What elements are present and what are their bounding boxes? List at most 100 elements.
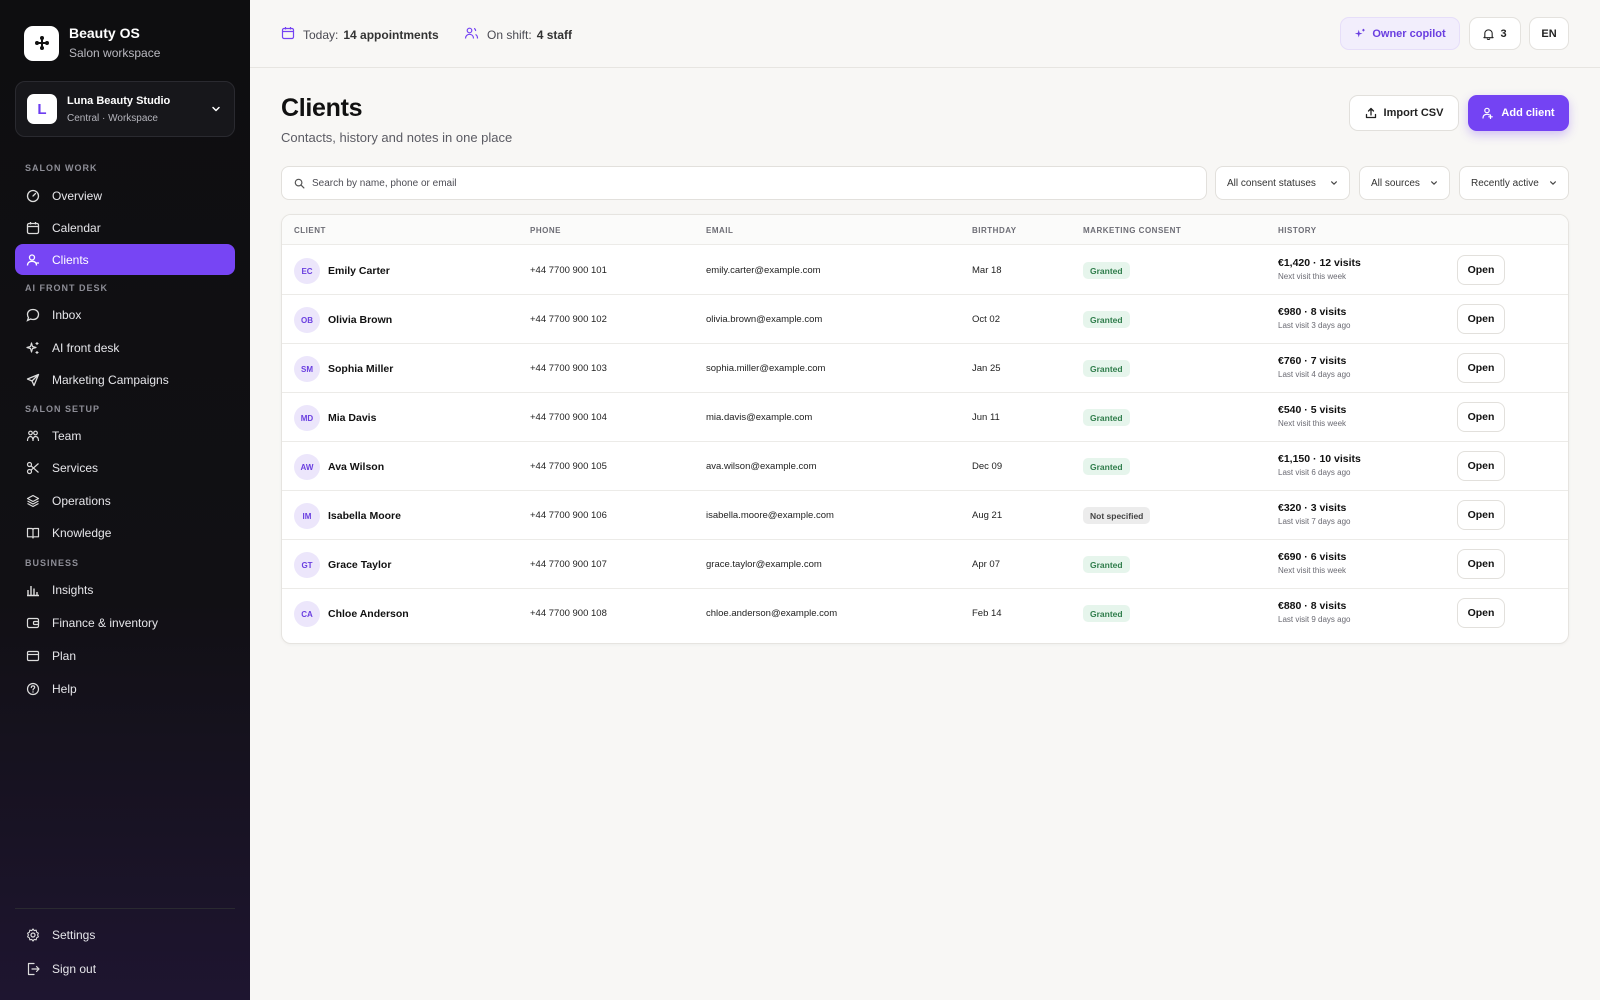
sidebar-item-insights[interactable]: Insights xyxy=(15,574,235,605)
open-client-button[interactable]: Open xyxy=(1457,353,1505,383)
client-name[interactable]: Chloe Anderson xyxy=(328,608,409,620)
sidebar-item-marketing-campaigns[interactable]: Marketing Campaigns xyxy=(15,364,235,395)
sidebar-item-overview[interactable]: Overview xyxy=(15,180,235,211)
column-header-birthday[interactable]: BIRTHDAY xyxy=(972,226,1017,235)
client-phone: +44 7700 900 107 xyxy=(530,559,607,570)
page-title: Clients xyxy=(281,94,363,122)
top-bar: Today: 14 appointments On shift: 4 staff… xyxy=(250,0,1600,68)
table-row[interactable]: CA Chloe Anderson +44 7700 900 108 chloe… xyxy=(282,588,1568,638)
sparkles-icon xyxy=(25,340,41,356)
consent-badge: Granted xyxy=(1083,556,1130,573)
sidebar-item-label: Knowledge xyxy=(52,525,112,540)
sidebar-item-label: AI front desk xyxy=(52,340,120,355)
notifications-count: 3 xyxy=(1500,27,1507,40)
client-phone: +44 7700 900 103 xyxy=(530,363,607,374)
sidebar-item-operations[interactable]: Operations xyxy=(15,485,235,516)
column-header-client[interactable]: CLIENT xyxy=(294,226,326,235)
sidebar-item-services[interactable]: Services xyxy=(15,452,235,483)
wallet-icon xyxy=(25,615,41,631)
sort-select[interactable]: Recently active xyxy=(1459,166,1569,200)
client-phone: +44 7700 900 102 xyxy=(530,314,607,325)
client-birthday: Dec 09 xyxy=(972,461,1003,472)
sidebar-item-team[interactable]: Team xyxy=(15,420,235,451)
search-input[interactable] xyxy=(312,177,1172,189)
column-header-marketing-consent[interactable]: MARKETING CONSENT xyxy=(1083,226,1181,235)
client-name[interactable]: Olivia Brown xyxy=(328,314,392,326)
table-header: CLIENT PHONE EMAIL BIRTHDAY MARKETING CO… xyxy=(282,215,1568,245)
gauge-icon xyxy=(25,188,41,204)
client-name[interactable]: Grace Taylor xyxy=(328,559,391,571)
client-email: ava.wilson@example.com xyxy=(706,461,817,472)
sidebar-item-clients[interactable]: Clients xyxy=(15,244,235,275)
bar-chart-icon xyxy=(25,582,41,598)
sidebar-item-calendar[interactable]: Calendar xyxy=(15,212,235,243)
client-birthday: Mar 18 xyxy=(972,265,1002,276)
client-name[interactable]: Ava Wilson xyxy=(328,461,384,473)
column-header-phone[interactable]: PHONE xyxy=(530,226,561,235)
client-history: €540 · 5 visits xyxy=(1278,404,1347,416)
open-client-button[interactable]: Open xyxy=(1457,451,1505,481)
calendar-icon xyxy=(25,220,41,236)
client-birthday: Feb 14 xyxy=(972,608,1002,619)
sources-filter-select[interactable]: All sources xyxy=(1359,166,1450,200)
client-name[interactable]: Sophia Miller xyxy=(328,363,393,375)
sidebar-item-settings[interactable]: Settings xyxy=(15,919,235,950)
client-birthday: Oct 02 xyxy=(972,314,1000,325)
sidebar-item-sign-out[interactable]: Sign out xyxy=(15,953,235,984)
table-row[interactable]: OB Olivia Brown +44 7700 900 102 olivia.… xyxy=(282,294,1568,344)
column-header-email[interactable]: EMAIL xyxy=(706,226,733,235)
import-csv-button[interactable]: Import CSV xyxy=(1349,95,1459,131)
table-row[interactable]: IM Isabella Moore +44 7700 900 106 isabe… xyxy=(282,490,1568,540)
search-box[interactable] xyxy=(281,166,1207,200)
sidebar-item-finance-inventory[interactable]: Finance & inventory xyxy=(15,607,235,638)
owner-copilot-button[interactable]: Owner copilot xyxy=(1340,17,1460,50)
open-client-button[interactable]: Open xyxy=(1457,500,1505,530)
column-header-history[interactable]: HISTORY xyxy=(1278,226,1317,235)
brand[interactable]: Beauty OS Salon workspace xyxy=(24,25,160,61)
open-client-button[interactable]: Open xyxy=(1457,304,1505,334)
consent-badge: Granted xyxy=(1083,311,1130,328)
sidebar-item-help[interactable]: Help xyxy=(15,673,235,704)
client-history-note: Last visit 9 days ago xyxy=(1278,615,1351,624)
sidebar-item-knowledge[interactable]: Knowledge xyxy=(15,517,235,548)
client-history-note: Last visit 6 days ago xyxy=(1278,468,1351,477)
consent-filter-select[interactable]: All consent statuses xyxy=(1215,166,1350,200)
client-avatar: EC xyxy=(294,258,320,284)
client-history-note: Next visit this week xyxy=(1278,272,1347,281)
table-row[interactable]: AW Ava Wilson +44 7700 900 105 ava.wilso… xyxy=(282,441,1568,491)
add-client-button[interactable]: Add client xyxy=(1468,95,1569,131)
clients-table: CLIENT PHONE EMAIL BIRTHDAY MARKETING CO… xyxy=(281,214,1569,644)
table-row[interactable]: SM Sophia Miller +44 7700 900 103 sophia… xyxy=(282,343,1568,393)
sidebar-item-plan[interactable]: Plan xyxy=(15,640,235,671)
sidebar-item-label: Clients xyxy=(52,252,89,267)
owner-copilot-label: Owner copilot xyxy=(1372,27,1446,40)
sidebar-item-ai-front-desk[interactable]: AI front desk xyxy=(15,332,235,363)
notifications-button[interactable]: 3 xyxy=(1469,17,1521,50)
client-name[interactable]: Mia Davis xyxy=(328,412,376,424)
open-client-button[interactable]: Open xyxy=(1457,598,1505,628)
sidebar-item-label: Finance & inventory xyxy=(52,615,159,630)
table-row[interactable]: GT Grace Taylor +44 7700 900 107 grace.t… xyxy=(282,539,1568,589)
client-avatar: GT xyxy=(294,552,320,578)
today-value: 14 appointments xyxy=(343,27,439,42)
open-client-button[interactable]: Open xyxy=(1457,549,1505,579)
open-client-button[interactable]: Open xyxy=(1457,255,1505,285)
table-row[interactable]: EC Emily Carter +44 7700 900 101 emily.c… xyxy=(282,245,1568,295)
consent-badge: Granted xyxy=(1083,409,1130,426)
plan-icon xyxy=(25,648,41,664)
chevron-down-icon xyxy=(1431,181,1437,185)
sidebar-item-inbox[interactable]: Inbox xyxy=(15,299,235,330)
language-button[interactable]: EN xyxy=(1529,17,1569,50)
client-avatar: CA xyxy=(294,601,320,627)
open-client-button[interactable]: Open xyxy=(1457,402,1505,432)
table-row[interactable]: MD Mia Davis +44 7700 900 104 mia.davis@… xyxy=(282,392,1568,442)
client-name[interactable]: Isabella Moore xyxy=(328,510,401,522)
sidebar-item-label: Sign out xyxy=(52,961,97,976)
client-birthday: Apr 07 xyxy=(972,559,1000,570)
sidebar-item-label: Overview xyxy=(52,188,103,203)
workspace-name: Luna Beauty Studio xyxy=(67,94,171,107)
sidebar-item-label: Plan xyxy=(52,648,77,663)
workspace-switcher[interactable]: L Luna Beauty Studio Central · Workspace xyxy=(15,81,235,137)
client-name[interactable]: Emily Carter xyxy=(328,265,390,277)
calendar-icon xyxy=(281,26,295,43)
